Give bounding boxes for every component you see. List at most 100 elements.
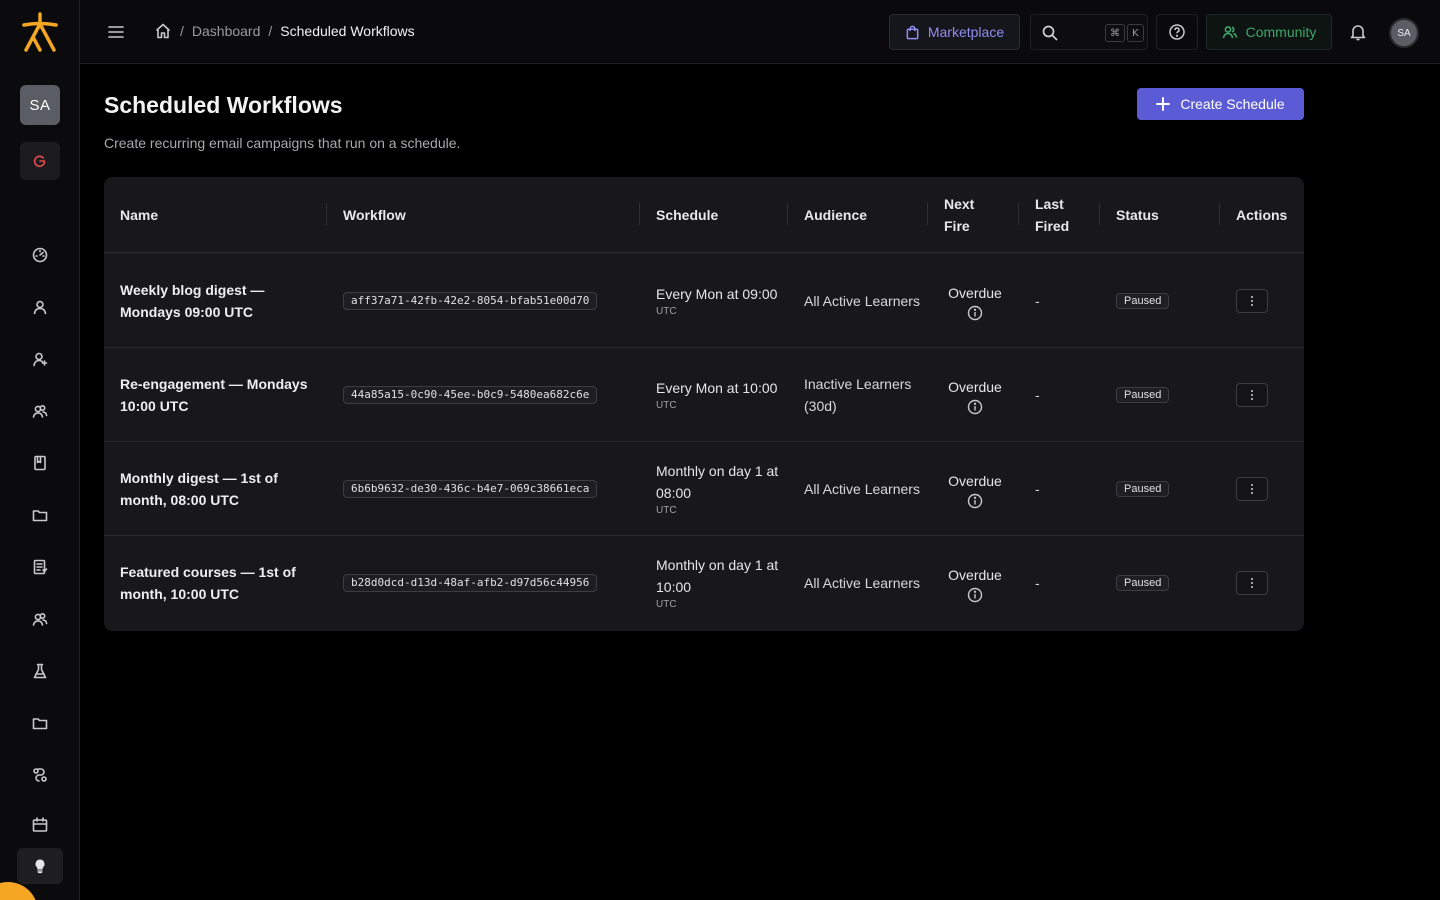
next-fire-cell: Overdue [944, 348, 1006, 442]
next-fire-text: Overdue [948, 284, 1002, 301]
actions-cell [1236, 536, 1268, 630]
sidebar: SA [0, 0, 80, 900]
top-bar: / Dashboard / Scheduled Workflows Market… [80, 0, 1440, 64]
column-divider [1018, 203, 1019, 225]
next-fire-cell: Overdue [944, 254, 1006, 348]
schedule-text: Monthly on day 1 at 08:00 [656, 463, 779, 501]
workflow-id[interactable]: b28d0dcd-d13d-48af-afb2-d97d56c44956 [343, 574, 598, 592]
header-audience[interactable]: Audience [804, 177, 867, 253]
shortcut-key-cmd: ⌘ [1105, 24, 1125, 42]
workflow-id[interactable]: aff37a71-42fb-42e2-8054-bfab51e00d70 [343, 292, 598, 310]
bell-icon[interactable] [1348, 22, 1368, 42]
schedule-text: Every Mon at 10:00 [656, 380, 778, 396]
table-row[interactable]: Re-engagement — Mondays 10:00 UTC 44a85a… [104, 348, 1304, 442]
status-badge: Paused [1116, 387, 1170, 403]
brand-logo[interactable] [18, 10, 62, 54]
shortcut-key-k: K [1127, 24, 1144, 42]
schedule-name: Featured courses — 1st of month, 10:00 U… [120, 564, 296, 602]
more-vertical-icon [1246, 389, 1258, 401]
workflow-cell: 6b6b9632-de30-436c-b4e7-069c38661eca [343, 442, 598, 536]
status-cell: Paused [1116, 254, 1170, 348]
schedule-name: Monthly digest — 1st of month, 08:00 UTC [120, 470, 278, 508]
workflow-id[interactable]: 6b6b9632-de30-436c-b4e7-069c38661eca [343, 480, 598, 498]
question-icon [1168, 23, 1186, 41]
column-divider [1099, 203, 1100, 225]
more-vertical-icon [1246, 483, 1258, 495]
actions-cell [1236, 442, 1268, 536]
info-icon[interactable] [967, 587, 983, 603]
create-schedule-button[interactable]: Create Schedule [1137, 88, 1304, 120]
status-badge: Paused [1116, 481, 1170, 497]
column-divider [787, 203, 788, 225]
user-add-icon[interactable] [30, 349, 50, 369]
row-actions-button[interactable] [1236, 571, 1268, 595]
table-row[interactable]: Monthly digest — 1st of month, 08:00 UTC… [104, 442, 1304, 536]
last-fired: - [1035, 481, 1040, 497]
column-divider [1219, 203, 1220, 225]
more-vertical-icon [1246, 577, 1258, 589]
header-last-fired[interactable]: Last Fired [1035, 177, 1069, 253]
marketplace-label: Marketplace [927, 24, 1005, 40]
info-icon[interactable] [967, 493, 983, 509]
table-row[interactable]: Featured courses — 1st of month, 10:00 U… [104, 536, 1304, 630]
header-next-fire[interactable]: Next Fire [944, 177, 974, 253]
breadcrumb-dashboard[interactable]: Dashboard [192, 23, 261, 39]
user-icon[interactable] [30, 297, 50, 317]
power-icon[interactable] [20, 142, 60, 180]
workflow-id[interactable]: 44a85a15-0c90-45ee-b0c9-5480ea682c6e [343, 386, 598, 404]
schedule-cell: Every Mon at 09:00 UTC [656, 254, 786, 348]
plus-icon [1156, 97, 1171, 111]
actions-cell [1236, 348, 1268, 442]
header-actions: Actions [1236, 207, 1288, 223]
header-schedule[interactable]: Schedule [656, 177, 718, 253]
marketplace-button[interactable]: Marketplace [889, 14, 1020, 50]
header-status[interactable]: Status [1116, 177, 1159, 253]
last-fired: - [1035, 387, 1040, 403]
workflow-cell: b28d0dcd-d13d-48af-afb2-d97d56c44956 [343, 536, 598, 630]
breadcrumb: / Dashboard / Scheduled Workflows [154, 22, 415, 40]
help-launcher-button[interactable] [0, 882, 38, 900]
help-button[interactable] [1156, 14, 1198, 50]
table-row[interactable]: Weekly blog digest — Mondays 09:00 UTC a… [104, 254, 1304, 348]
report-icon[interactable] [30, 557, 50, 577]
dashboard-icon[interactable] [30, 245, 50, 265]
next-fire-text: Overdue [948, 472, 1002, 489]
menu-icon[interactable] [106, 22, 126, 42]
shopping-bag-icon [905, 25, 920, 40]
flask-icon[interactable] [30, 661, 50, 681]
header-last-fired-line2: Fired [1035, 218, 1070, 234]
schedule-name: Weekly blog digest — Mondays 09:00 UTC [120, 282, 265, 320]
audience: Inactive Learners (30d) [804, 376, 912, 414]
schedule-cell: Monthly on day 1 at 08:00 UTC [656, 442, 786, 536]
breadcrumb-separator: / [268, 23, 273, 39]
users-icon[interactable] [30, 401, 50, 421]
row-actions-button[interactable] [1236, 477, 1268, 501]
header-last-fired-line1: Last [1035, 196, 1064, 212]
header-name[interactable]: Name [120, 177, 158, 253]
column-divider [927, 203, 928, 225]
status-cell: Paused [1116, 442, 1170, 536]
folder-icon[interactable] [30, 713, 50, 733]
user-avatar[interactable]: SA [1389, 18, 1419, 48]
row-actions-button[interactable] [1236, 383, 1268, 407]
row-actions-button[interactable] [1236, 289, 1268, 313]
info-icon[interactable] [967, 399, 983, 415]
sidebar-avatar[interactable]: SA [20, 85, 60, 125]
home-icon[interactable] [154, 22, 172, 40]
lightbulb-icon[interactable] [17, 848, 63, 884]
community-button[interactable]: Community [1206, 14, 1332, 50]
status-cell: Paused [1116, 348, 1170, 442]
schedule-timezone: UTC [656, 306, 677, 317]
schedule-timezone: UTC [656, 505, 677, 516]
last-fired: - [1035, 575, 1040, 591]
header-workflow[interactable]: Workflow [343, 177, 406, 253]
team-icon[interactable] [30, 609, 50, 629]
folder-icon[interactable] [30, 505, 50, 525]
status-badge: Paused [1116, 575, 1170, 591]
search-button[interactable]: ⌘ K [1030, 14, 1148, 50]
book-icon[interactable] [30, 453, 50, 473]
breadcrumb-current: Scheduled Workflows [280, 23, 415, 39]
calendar-icon[interactable] [30, 815, 50, 835]
workflow-icon[interactable] [30, 765, 50, 785]
info-icon[interactable] [967, 305, 983, 321]
